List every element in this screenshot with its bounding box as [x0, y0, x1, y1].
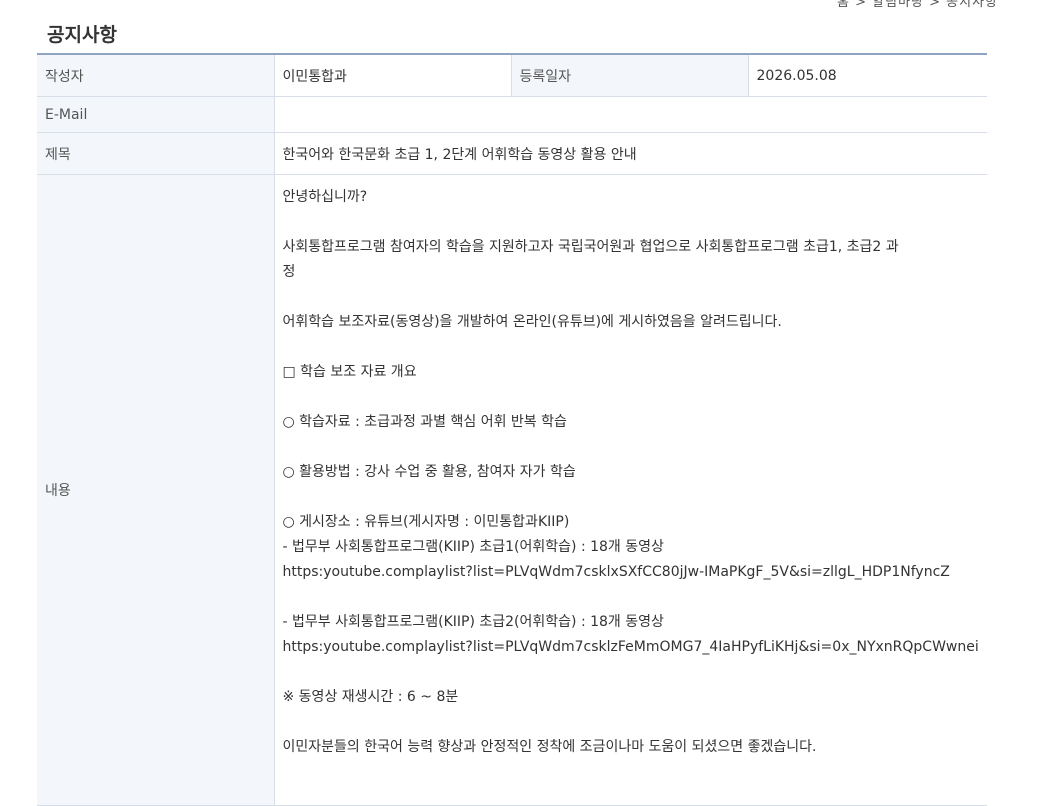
list-item-location: ○ 게시장소 : 유튜브(게시자명 : 이민통합과KIIP) — [282, 514, 570, 530]
playlist1-label: - 법무부 사회통합프로그램(KIIP) 초급1(어휘학습) : 18개 동영상 — [282, 539, 664, 555]
breadcrumb: 홈 > 알림마당 > 공지사항 — [837, 0, 998, 10]
intro-text-2: 어휘학습 보조자료(동영상)을 개발하여 온라인(유튜브)에 게시하였음을 알려… — [282, 314, 782, 330]
content-label: 내용 — [37, 174, 275, 806]
subject-value: 한국어와 한국문화 초급 1, 2단계 어휘학습 동영상 활용 안내 — [274, 132, 987, 175]
closing-text: 이민자분들의 한국어 능력 향상과 안정적인 정착에 조금이나마 도움이 되셨으… — [282, 739, 817, 755]
content-value: 안녕하십니까? 사회통합프로그램 참여자의 학습을 지원하고자 국립국어원과 협… — [274, 174, 987, 806]
subject-row: 제목 한국어와 한국문화 초급 1, 2단계 어휘학습 동영상 활용 안내 — [37, 132, 987, 175]
playlist2-label: - 법무부 사회통합프로그램(KIIP) 초급2(어휘학습) : 18개 동영상 — [282, 614, 664, 630]
email-row: E-Mail — [37, 96, 987, 133]
list-item-method: ○ 활용방법 : 강사 수업 중 활용, 참여자 자가 학습 — [282, 464, 576, 480]
playlist1-link[interactable]: https:youtube.complaylist?list=PLVqWdm7c… — [283, 560, 1013, 585]
email-value — [274, 96, 987, 133]
date-value: 2026.05.08 — [748, 55, 987, 97]
email-label: E-Mail — [37, 96, 275, 133]
notice-info-table: 작성자 이민통합과 등록일자 2026.05.08 E-Mail 제목 한국어와… — [37, 55, 987, 806]
intro-text-line1: 사회통합프로그램 참여자의 학습을 지원하고자 국립국어원과 협업으로 사회통합… — [282, 239, 899, 255]
list-item-material: ○ 학습자료 : 초급과정 과별 핵심 어휘 반복 학습 — [282, 414, 567, 430]
intro-text-line2: 정 — [282, 264, 296, 280]
author-date-row: 작성자 이민통합과 등록일자 2026.05.08 — [37, 55, 987, 97]
subject-label: 제목 — [37, 132, 275, 175]
content-body: 안녕하십니까? 사회통합프로그램 참여자의 학습을 지원하고자 국립국어원과 협… — [283, 176, 1013, 760]
content-row: 내용 안녕하십니까? 사회통합프로그램 참여자의 학습을 지원하고자 국립국어원… — [37, 174, 987, 806]
page-title: 공지사항 — [47, 24, 117, 46]
greeting-text: 안녕하십니까? — [282, 189, 368, 205]
author-label: 작성자 — [37, 55, 275, 97]
author-value: 이민통합과 — [274, 55, 512, 97]
playlist2-link[interactable]: https:youtube.complaylist?list=PLVqWdm7c… — [283, 635, 1013, 660]
notice-detail-board: 작성자 이민통합과 등록일자 2026.05.08 E-Mail 제목 한국어와… — [37, 53, 987, 806]
date-label: 등록일자 — [511, 55, 749, 97]
section-heading: □ 학습 보조 자료 개요 — [282, 364, 417, 380]
duration-note: ※ 동영상 재생시간 : 6 ~ 8분 — [282, 689, 459, 705]
